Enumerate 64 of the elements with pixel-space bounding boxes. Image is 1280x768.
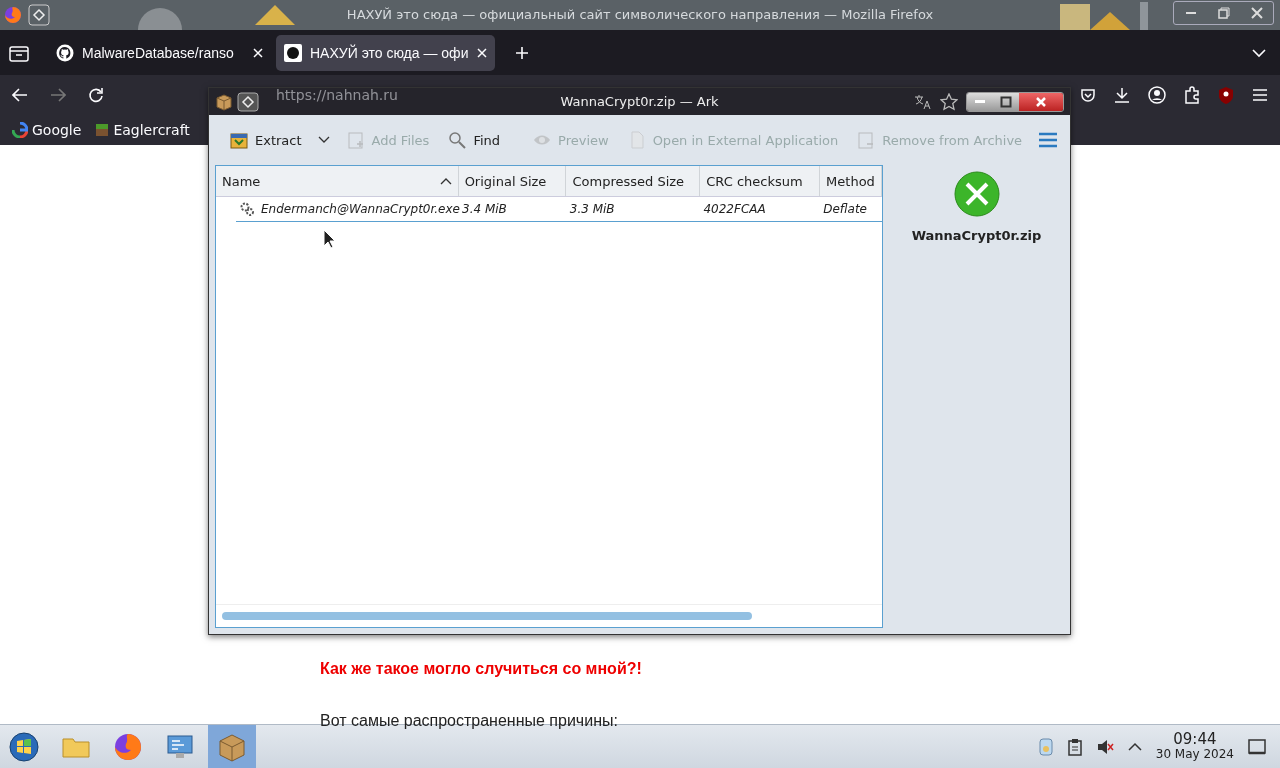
window-title: WannaCrypt0r.zip — Ark (560, 94, 719, 109)
close-icon[interactable] (252, 46, 264, 59)
maximize-icon (1000, 95, 1012, 108)
package-icon (215, 92, 233, 111)
close-icon (1035, 95, 1047, 108)
minimize-icon (975, 100, 985, 103)
account-icon[interactable] (1148, 86, 1166, 104)
add-file-icon (345, 130, 366, 150)
table-cell: Deflate (823, 202, 867, 216)
scrollbar-thumb[interactable] (222, 612, 752, 620)
network-icon[interactable] (1037, 736, 1054, 757)
search-icon (447, 130, 468, 150)
close-icon[interactable] (476, 46, 489, 59)
reload-icon[interactable] (88, 87, 104, 103)
cursor-icon (323, 229, 335, 249)
page-heading: Как же такое могло случиться со мной?! (320, 660, 643, 678)
show-desktop-icon[interactable] (1248, 738, 1266, 755)
maximize-button[interactable] (993, 92, 1019, 111)
restore-icon (1217, 7, 1230, 19)
chevron-down-icon[interactable] (1252, 48, 1266, 58)
column-header[interactable]: Method (820, 166, 882, 196)
column-header[interactable]: Compressed Size (566, 166, 701, 196)
github-icon (56, 43, 74, 62)
start-orb-icon (8, 730, 40, 763)
muted-speaker-icon[interactable] (1095, 737, 1114, 756)
new-tab-icon[interactable] (515, 45, 529, 60)
site-icon (284, 43, 302, 62)
close-button[interactable] (1019, 92, 1063, 111)
bookmark-link[interactable]: Google (12, 122, 82, 138)
column-header[interactable]: Original Size (458, 166, 567, 196)
browser-tab[interactable]: НАХУЙ это сюда — офи (276, 34, 495, 71)
extract-icon (229, 130, 249, 150)
browser-tab[interactable]: MalwareDatabase/ranso (48, 34, 272, 71)
table-cell: Endermanch@WannaCrypt0r.exe (261, 202, 460, 216)
pocket-icon[interactable] (1080, 87, 1096, 103)
table-cell: 3.4 MiB (462, 202, 507, 216)
translate-icon[interactable] (914, 93, 932, 110)
puzzle-icon[interactable] (1184, 86, 1200, 104)
clock-date[interactable]: 30 May 2024 (1155, 748, 1234, 761)
page-paragraph: Вот самые распространенные причины: (320, 712, 619, 730)
window-title: НАХУЙ это сюда — официальный сайт символического направления — Mozilla Firefox (346, 7, 934, 22)
pin-button[interactable] (237, 91, 259, 112)
toolbar-button[interactable]: Extract (227, 128, 304, 152)
minimize-icon (1185, 12, 1196, 14)
table-cell: 4022FCAA (703, 202, 766, 216)
clipboard-icon[interactable] (1067, 737, 1082, 756)
grass-block-icon (95, 123, 110, 137)
back-icon[interactable] (12, 88, 28, 102)
toolbar-button[interactable]: Find (445, 128, 503, 152)
address-field[interactable]: https://nahnah.ru (276, 87, 398, 103)
shield-icon[interactable] (1218, 86, 1234, 104)
caret-up-icon[interactable] (1127, 741, 1142, 752)
clock-time[interactable]: 09:44 (1173, 732, 1217, 749)
archive-name: WannaCrypt0r.zip (911, 228, 1042, 243)
google-icon (12, 122, 28, 138)
column-header[interactable]: CRC checksum (700, 166, 821, 196)
forward-icon[interactable] (50, 88, 66, 102)
star-icon[interactable] (940, 92, 958, 111)
download-icon[interactable] (1114, 87, 1130, 103)
table-cell: 3.3 MiB (569, 202, 615, 216)
close-icon (1250, 7, 1263, 19)
column-header[interactable]: Name (216, 166, 459, 196)
bookmark-link[interactable]: Eaglercraft (95, 122, 190, 138)
firefox-icon (4, 6, 22, 24)
